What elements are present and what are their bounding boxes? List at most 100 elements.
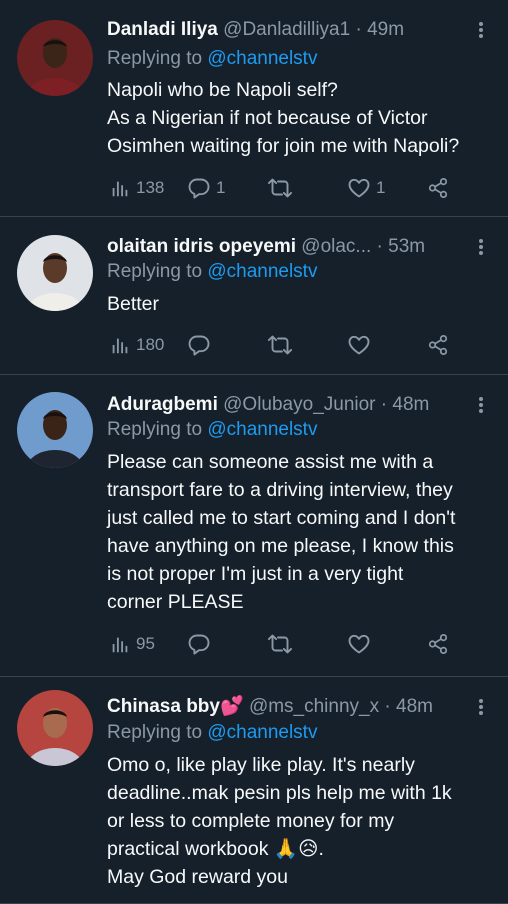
timestamp[interactable]: 53m bbox=[388, 236, 425, 257]
reply-icon bbox=[187, 333, 211, 357]
more-options-icon[interactable] bbox=[470, 16, 492, 44]
avatar[interactable] bbox=[17, 690, 93, 766]
like-button[interactable] bbox=[347, 331, 376, 359]
more-options-icon[interactable] bbox=[470, 693, 492, 721]
tweet-text-line: just called me to start coming and I don… bbox=[107, 507, 456, 529]
more-options-icon[interactable] bbox=[470, 391, 492, 419]
reply-icon bbox=[187, 632, 211, 656]
user-handle[interactable]: @ms_chinny_x bbox=[249, 696, 379, 717]
more-options-icon[interactable] bbox=[470, 233, 492, 261]
separator: · bbox=[376, 236, 383, 257]
retweet-button[interactable] bbox=[267, 331, 298, 359]
replying-to-label: Replying to bbox=[107, 722, 203, 743]
tweet-text-line: As a Nigerian if not because of Victor bbox=[107, 107, 428, 129]
like-count: 1 bbox=[376, 178, 386, 197]
tweet[interactable]: Danladi Iliya @Danladilliya1 · 49m Replyi… bbox=[0, 0, 508, 217]
share-button[interactable] bbox=[427, 331, 449, 359]
retweet-button[interactable] bbox=[267, 630, 298, 658]
replying-to: Replying to @channelstv bbox=[107, 45, 317, 73]
user-handle[interactable]: @olac... bbox=[301, 236, 371, 257]
tweet-text-line: Omo o, like play like play. It's nearly bbox=[107, 754, 415, 776]
separator: · bbox=[384, 696, 391, 717]
replying-to: Replying to @channelstv bbox=[107, 719, 317, 747]
views-icon bbox=[109, 177, 131, 199]
user-handle[interactable]: @Danladilliya1 bbox=[223, 19, 350, 40]
tweet-text-line: transport fare to a driving interview, t… bbox=[107, 479, 453, 501]
share-icon bbox=[427, 176, 449, 200]
mention-link[interactable]: @channelstv bbox=[207, 48, 317, 69]
tweet[interactable]: Chinasa bby💕 @ms_chinny_x · 48m Replying … bbox=[0, 677, 508, 904]
reply-icon bbox=[187, 176, 211, 200]
view-count: 138 bbox=[136, 178, 165, 197]
tweet-text-line: practical workbook 🙏😥. bbox=[107, 838, 324, 860]
tweet-text-line: May God reward you bbox=[107, 866, 288, 888]
mention-link[interactable]: @channelstv bbox=[207, 419, 317, 440]
tweet-text-line: corner PLEASE bbox=[107, 591, 244, 613]
reply-feed: Danladi Iliya @Danladilliya1 · 49m Replyi… bbox=[0, 0, 508, 904]
like-icon bbox=[347, 333, 371, 357]
reply-button[interactable] bbox=[187, 630, 216, 658]
view-count: 95 bbox=[136, 634, 155, 653]
tweet-text-line: Please can someone assist me with a bbox=[107, 451, 434, 473]
views-icon bbox=[109, 334, 131, 356]
tweet-text-line: deadline..mak pesin pls help me with 1k bbox=[107, 782, 452, 804]
share-icon bbox=[427, 333, 449, 357]
like-icon bbox=[347, 632, 371, 656]
views-button[interactable]: 138 bbox=[109, 174, 164, 202]
reply-button[interactable]: 1 bbox=[187, 174, 225, 202]
tweet-text-line: Osimhen waiting for join me with Napoli? bbox=[107, 135, 460, 157]
tweet-text: Please can someone assist me with a trans… bbox=[107, 448, 486, 616]
replying-to-label: Replying to bbox=[107, 261, 203, 282]
display-name[interactable]: Aduragbemi bbox=[107, 394, 218, 415]
tweet-text-line: Better bbox=[107, 293, 160, 315]
retweet-icon bbox=[267, 176, 293, 200]
tweet-header: Chinasa bby💕 @ms_chinny_x · 48m bbox=[107, 693, 486, 721]
display-name[interactable]: Chinasa bby bbox=[107, 696, 220, 717]
views-icon bbox=[109, 633, 131, 655]
tweet-text: Napoli who be Napoli self? As a Nigerian … bbox=[107, 76, 486, 160]
tweet-text-line: or less to complete money for my bbox=[107, 810, 395, 832]
mention-link[interactable]: @channelstv bbox=[207, 722, 317, 743]
name-emoji: 💕 bbox=[219, 696, 244, 717]
tweet-text-line: have anything on me please, I know this bbox=[107, 535, 454, 557]
share-icon bbox=[427, 632, 449, 656]
tweet-text-line: is not proper I'm just in a very tight bbox=[107, 563, 404, 585]
user-handle[interactable]: @Olubayo_Junior bbox=[223, 394, 375, 415]
like-icon bbox=[347, 176, 371, 200]
display-name[interactable]: Danladi Iliya bbox=[107, 19, 218, 40]
timestamp[interactable]: 49m bbox=[367, 19, 404, 40]
timestamp[interactable]: 48m bbox=[392, 394, 429, 415]
tweet-text: Better bbox=[107, 290, 486, 318]
tweet-header: Danladi Iliya @Danladilliya1 · 49m bbox=[107, 16, 486, 44]
like-button[interactable] bbox=[347, 630, 376, 658]
share-button[interactable] bbox=[427, 174, 449, 202]
tweet-text: Omo o, like play like play. It's nearly d… bbox=[107, 751, 486, 891]
display-name[interactable]: olaitan idris opeyemi bbox=[107, 236, 296, 257]
avatar[interactable] bbox=[17, 392, 93, 468]
retweet-button[interactable] bbox=[267, 174, 298, 202]
like-button[interactable]: 1 bbox=[347, 174, 385, 202]
reply-count: 1 bbox=[216, 178, 226, 197]
views-button[interactable]: 180 bbox=[109, 331, 164, 359]
views-button[interactable]: 95 bbox=[109, 630, 155, 658]
replying-to-label: Replying to bbox=[107, 48, 203, 69]
tweet-actions: 95 bbox=[107, 630, 486, 658]
tweet[interactable]: olaitan idris opeyemi @olac... · 53m Repl… bbox=[0, 217, 508, 375]
replying-to: Replying to @channelstv bbox=[107, 416, 317, 444]
mention-link[interactable]: @channelstv bbox=[207, 261, 317, 282]
retweet-icon bbox=[267, 333, 293, 357]
avatar[interactable] bbox=[17, 20, 93, 96]
tweet-text-line: Napoli who be Napoli self? bbox=[107, 79, 338, 101]
replying-to-label: Replying to bbox=[107, 419, 203, 440]
replying-to: Replying to @channelstv bbox=[107, 258, 317, 286]
share-button[interactable] bbox=[427, 630, 449, 658]
view-count: 180 bbox=[136, 335, 165, 354]
retweet-icon bbox=[267, 632, 293, 656]
avatar[interactable] bbox=[17, 235, 93, 311]
separator: · bbox=[380, 394, 388, 415]
reply-button[interactable] bbox=[187, 331, 216, 359]
tweet[interactable]: Aduragbemi @Olubayo_Junior · 48m Replying… bbox=[0, 375, 508, 677]
tweet-actions: 138 1 1 bbox=[107, 174, 486, 202]
timestamp[interactable]: 48m bbox=[396, 696, 433, 717]
separator: · bbox=[355, 19, 362, 40]
